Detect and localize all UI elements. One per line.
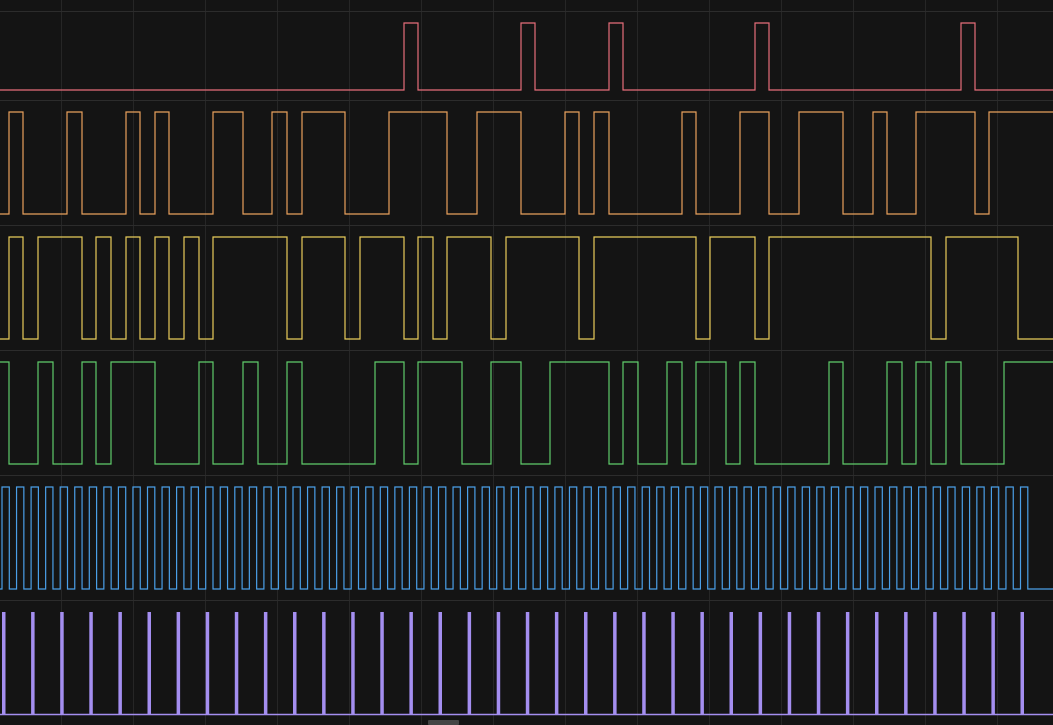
- horizontal-scrollbar-thumb[interactable]: [428, 720, 459, 725]
- channel-ch6-pulse: [758, 612, 763, 715]
- channel-ch2-waveform: [0, 111, 1053, 215]
- channel-ch6-pulse: [671, 612, 675, 715]
- logic-analyzer-viewer[interactable]: [0, 0, 1053, 725]
- channel-ch6-pulse: [118, 612, 122, 715]
- waveform-display[interactable]: [0, 0, 1053, 725]
- channel-ch6-pulse: [991, 612, 995, 715]
- channel-ch6-pulse: [845, 612, 850, 715]
- channel-ch6-pulse: [293, 612, 297, 715]
- channel-ch6-pulse: [322, 612, 326, 715]
- channel-ch6-pulse: [496, 612, 501, 715]
- channel-ch6-pulse: [438, 612, 442, 715]
- channel-ch6-pulse: [409, 612, 413, 715]
- channel-ch6-pulse: [933, 612, 937, 715]
- channel-ch6-pulse: [700, 612, 704, 715]
- channel-ch6-pulse: [89, 612, 93, 715]
- channel-ch6-pulse: [787, 612, 792, 715]
- channel-ch5-waveform: [0, 486, 1053, 590]
- channel-ch6-pulse: [584, 612, 588, 715]
- channel-ch6-pulse: [962, 612, 966, 715]
- channel-ch6-pulse: [554, 612, 559, 715]
- channel-ch4-waveform: [0, 361, 1053, 465]
- channel-ch6-pulse: [904, 612, 908, 715]
- channel-ch6-pulse: [729, 612, 733, 715]
- channel-ch6-pulse: [816, 612, 821, 715]
- channel-ch6-pulse: [205, 612, 210, 715]
- channel-ch6-pulse: [2, 612, 6, 715]
- channel-ch3-waveform: [0, 236, 1053, 340]
- channel-ch6-pulse: [875, 612, 879, 715]
- channel-ch6-pulse: [1020, 612, 1024, 715]
- channel-ch6-pulse: [351, 612, 355, 715]
- channel-ch1-waveform: [0, 22, 1053, 91]
- channel-ch6-pulse: [263, 612, 268, 715]
- channel-ch6-pulse: [380, 612, 384, 715]
- channel-ch6-pulse: [234, 612, 239, 715]
- channel-ch6-pulse: [176, 612, 181, 715]
- channel-ch6-pulse: [525, 612, 530, 715]
- channel-ch6-pulse: [467, 612, 472, 715]
- channel-ch6-pulse: [642, 612, 646, 715]
- channel-ch6-pulse: [613, 612, 617, 715]
- channel-ch6-pulse: [147, 612, 151, 715]
- channel-ch6-pulse: [60, 612, 64, 715]
- channel-ch6-pulse: [31, 612, 35, 715]
